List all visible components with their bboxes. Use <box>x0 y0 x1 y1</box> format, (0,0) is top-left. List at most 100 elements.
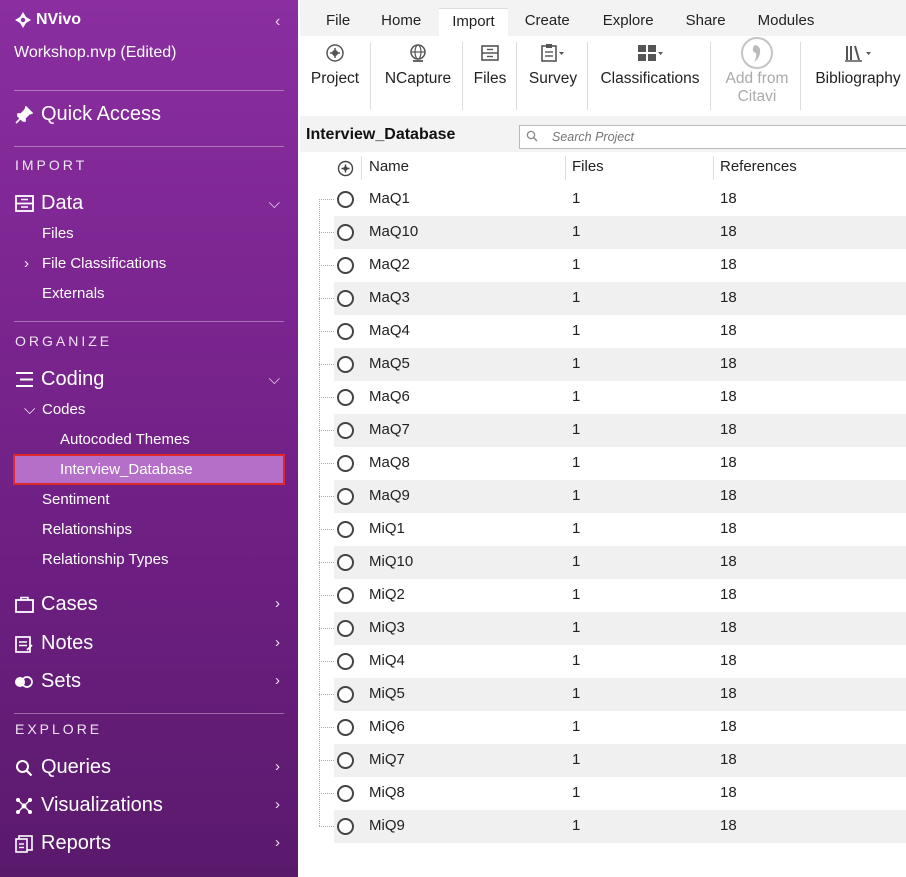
chevron-down-icon[interactable]: ⌵ <box>24 401 35 418</box>
classifications-button[interactable]: Classifications <box>598 36 702 112</box>
select-all-icon[interactable] <box>337 160 354 182</box>
table-row[interactable]: MaQ8 1 18 <box>319 447 906 480</box>
sidebar-item-externals[interactable]: Externals <box>42 285 105 302</box>
sidebar-item-file-classifications[interactable]: File Classifications <box>42 255 166 272</box>
column-header-references[interactable]: References <box>720 158 797 175</box>
table-row[interactable]: MaQ1 1 18 <box>319 183 906 216</box>
toolbar-separator <box>516 42 517 110</box>
sidebar-item-notes[interactable]: Notes › <box>14 632 284 655</box>
sidebar-item-relationships[interactable]: Relationships <box>42 521 132 538</box>
sidebar-item-relationship-types[interactable]: Relationship Types <box>42 551 168 568</box>
sidebar-item-reports[interactable]: Reports › <box>14 832 284 855</box>
table-row[interactable]: MiQ3 1 18 <box>319 612 906 645</box>
code-node-icon[interactable] <box>337 191 354 208</box>
survey-button[interactable]: Survey <box>526 36 580 112</box>
sidebar-item-codes[interactable]: Codes <box>42 401 85 418</box>
code-node-icon[interactable] <box>337 224 354 241</box>
row-name: MaQ1 <box>369 190 410 207</box>
search-box[interactable] <box>519 125 906 149</box>
survey-label: Survey <box>528 70 578 87</box>
code-node-icon[interactable] <box>337 818 354 835</box>
table-row[interactable]: MaQ3 1 18 <box>319 282 906 315</box>
code-node-icon[interactable] <box>337 620 354 637</box>
row-name: MaQ2 <box>369 256 410 273</box>
add-from-citavi-button[interactable]: Add from Citavi <box>718 36 796 112</box>
table-row[interactable]: MiQ9 1 18 <box>319 810 906 843</box>
tree-connector <box>319 199 334 200</box>
tab-explore[interactable]: Explore <box>587 8 670 36</box>
code-node-icon[interactable] <box>337 323 354 340</box>
table-row[interactable]: MiQ7 1 18 <box>319 744 906 777</box>
code-node-icon[interactable] <box>337 521 354 538</box>
sidebar-item-visualizations[interactable]: Visualizations › <box>14 794 284 817</box>
table-row[interactable]: MiQ1 1 18 <box>319 513 906 546</box>
code-node-icon[interactable] <box>337 455 354 472</box>
sidebar-item-autocoded-themes[interactable]: Autocoded Themes <box>60 431 190 448</box>
grid-icon <box>636 36 664 70</box>
row-references: 18 <box>720 322 737 339</box>
project-button[interactable]: Project <box>310 36 360 112</box>
sidebar-item-coding[interactable]: Coding ⌵ <box>14 368 284 391</box>
tab-file[interactable]: File <box>300 8 363 36</box>
tree-connector <box>319 199 320 826</box>
queries-label: Queries <box>41 756 112 778</box>
tab-share[interactable]: Share <box>670 8 742 36</box>
sidebar-item-sentiment[interactable]: Sentiment <box>42 491 110 508</box>
tab-modules[interactable]: Modules <box>742 8 831 36</box>
chevron-right-icon[interactable]: › <box>24 255 29 272</box>
row-files: 1 <box>572 553 581 570</box>
table-row[interactable]: MiQ5 1 18 <box>319 678 906 711</box>
table-row[interactable]: MiQ8 1 18 <box>319 777 906 810</box>
table-row[interactable]: MiQ6 1 18 <box>319 711 906 744</box>
tab-home[interactable]: Home <box>363 8 439 36</box>
sidebar-item-cases[interactable]: Cases › <box>14 593 284 616</box>
code-node-icon[interactable] <box>337 257 354 274</box>
row-references: 18 <box>720 388 737 405</box>
sidebar-item-data[interactable]: Data ⌵ <box>14 192 284 215</box>
sidebar-item-queries[interactable]: Queries › <box>14 756 284 779</box>
bibliography-button[interactable]: Bibliography <box>810 36 906 112</box>
table-row[interactable]: MaQ9 1 18 <box>319 480 906 513</box>
ncapture-button[interactable]: NCapture <box>382 36 454 112</box>
sidebar-item-sets[interactable]: Sets › <box>14 670 284 693</box>
code-node-icon[interactable] <box>337 752 354 769</box>
sidebar-item-interview-database[interactable]: Interview_Database <box>60 461 193 478</box>
sidebar-item-files[interactable]: Files <box>42 225 74 242</box>
code-node-icon[interactable] <box>337 719 354 736</box>
tree-connector <box>319 694 334 695</box>
code-node-icon[interactable] <box>337 587 354 604</box>
tab-import[interactable]: Import <box>439 8 508 36</box>
table-row[interactable]: MaQ7 1 18 <box>319 414 906 447</box>
tab-create[interactable]: Create <box>508 8 587 36</box>
column-header-name[interactable]: Name <box>369 158 409 175</box>
code-node-icon[interactable] <box>337 422 354 439</box>
row-references: 18 <box>720 784 737 801</box>
code-node-icon[interactable] <box>337 686 354 703</box>
files-button[interactable]: Files <box>470 36 510 112</box>
table-row[interactable]: MaQ10 1 18 <box>319 216 906 249</box>
collapse-sidebar-icon[interactable]: ‹ <box>275 13 280 31</box>
reports-label: Reports <box>41 832 112 854</box>
code-node-icon[interactable] <box>337 356 354 373</box>
classifications-label: Classifications <box>600 70 700 87</box>
table-row[interactable]: MiQ4 1 18 <box>319 645 906 678</box>
code-node-icon[interactable] <box>337 554 354 571</box>
table-row[interactable]: MiQ10 1 18 <box>319 546 906 579</box>
table-row[interactable]: MaQ5 1 18 <box>319 348 906 381</box>
table-row[interactable]: MaQ6 1 18 <box>319 381 906 414</box>
table-row[interactable]: MaQ2 1 18 <box>319 249 906 282</box>
column-separator[interactable] <box>713 156 714 180</box>
row-references: 18 <box>720 652 737 669</box>
code-node-icon[interactable] <box>337 488 354 505</box>
code-node-icon[interactable] <box>337 653 354 670</box>
quick-access-item[interactable]: Quick Access <box>14 103 284 126</box>
code-node-icon[interactable] <box>337 389 354 406</box>
code-node-icon[interactable] <box>337 785 354 802</box>
table-row[interactable]: MaQ4 1 18 <box>319 315 906 348</box>
code-node-icon[interactable] <box>337 290 354 307</box>
table-row[interactable]: MiQ2 1 18 <box>319 579 906 612</box>
search-input[interactable] <box>544 130 904 144</box>
column-header-files[interactable]: Files <box>572 158 604 175</box>
table-header: Name Files References <box>300 152 906 184</box>
column-separator[interactable] <box>565 156 566 180</box>
